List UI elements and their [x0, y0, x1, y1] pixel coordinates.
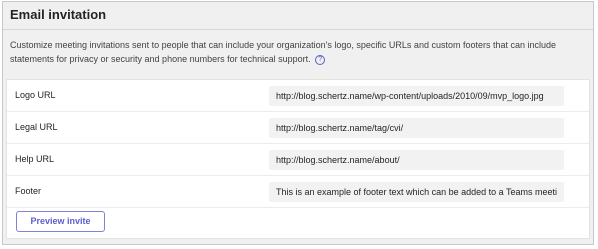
footer-input[interactable] — [269, 182, 564, 202]
help-url-input[interactable] — [269, 150, 564, 170]
help-url-label: Help URL — [15, 154, 55, 164]
footer-label: Footer — [15, 186, 42, 196]
legal-url-input[interactable] — [269, 118, 564, 138]
help-url-row: Help URL — [7, 144, 589, 176]
logo-url-input[interactable] — [269, 86, 564, 106]
section-title: Email invitation — [10, 7, 107, 22]
email-invitation-panel: Email invitation Customize meeting invit… — [2, 1, 594, 245]
logo-url-label: Logo URL — [15, 90, 56, 100]
settings-card: Logo URL Legal URL Help URL Footer Previ… — [6, 79, 590, 239]
preview-invite-button[interactable]: Preview invite — [16, 211, 105, 232]
title-divider — [3, 29, 593, 30]
footer-row: Footer — [7, 176, 589, 208]
help-icon[interactable]: ? — [315, 55, 326, 65]
description-text: Customize meeting invitations sent to pe… — [10, 40, 557, 64]
logo-url-row: Logo URL — [7, 80, 589, 112]
section-description: Customize meeting invitations sent to pe… — [10, 38, 565, 66]
legal-url-row: Legal URL — [7, 112, 589, 144]
legal-url-label: Legal URL — [15, 122, 58, 132]
